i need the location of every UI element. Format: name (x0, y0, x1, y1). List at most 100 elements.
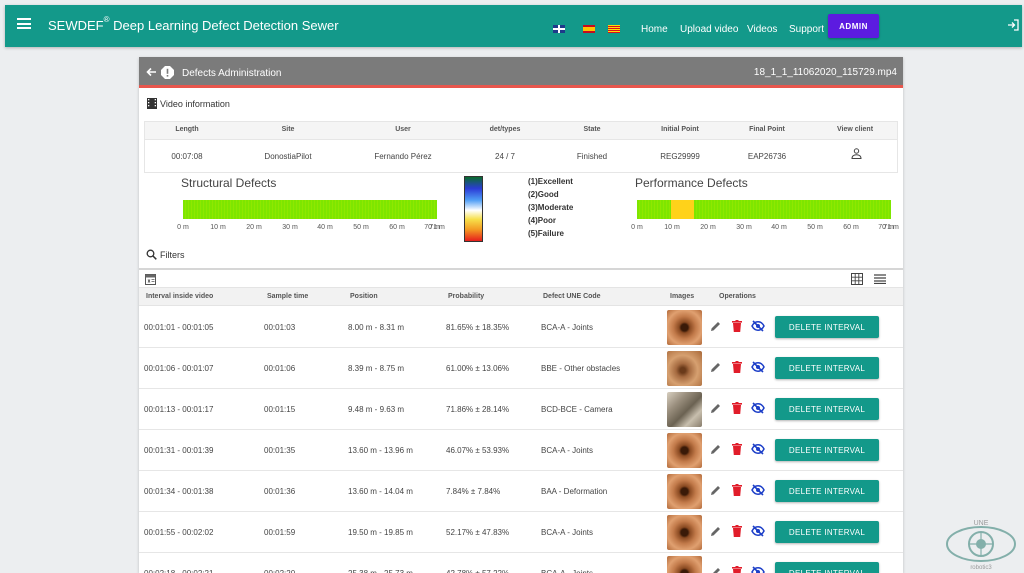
cell-position: 13.60 m - 13.96 m (348, 446, 413, 455)
admin-button[interactable]: ADMIN (828, 14, 879, 38)
pencil-icon[interactable] (710, 403, 721, 414)
delete-interval-button[interactable]: DELETE INTERVAL (775, 562, 879, 573)
trash-icon[interactable] (732, 566, 742, 573)
trash-icon[interactable] (732, 402, 742, 414)
col-initial-point: Initial Point (661, 126, 699, 133)
flag-spanish-icon[interactable] (583, 25, 595, 33)
excel-export-icon[interactable] (145, 274, 156, 285)
tick-label: 0 m (177, 224, 189, 231)
col-interval: Interval inside video (146, 293, 214, 300)
logout-icon[interactable] (1007, 19, 1019, 31)
film-icon (147, 98, 157, 109)
info-site: DonostiaPilot (264, 152, 312, 161)
flag-english-icon[interactable] (553, 25, 565, 33)
tick-label: 60 m (389, 224, 405, 231)
video-information-label: Video information (147, 98, 230, 109)
cell-sample-time: 00:01:59 (264, 528, 296, 537)
col-probability: Probability (448, 293, 485, 300)
table-row[interactable]: 00:01:06 - 00:01:07 00:01:06 8.39 m - 8.… (139, 348, 903, 389)
table-row[interactable]: 00:01:01 - 00:01:05 00:01:03 8.00 m - 8.… (139, 307, 903, 348)
trash-icon[interactable] (732, 484, 742, 496)
structural-defects-title: Structural Defects (181, 176, 277, 190)
table-row[interactable]: 00:01:31 - 00:01:39 00:01:35 13.60 m - 1… (139, 430, 903, 471)
table-row[interactable]: 00:01:34 - 00:01:38 00:01:36 13.60 m - 1… (139, 471, 903, 512)
info-user: Fernando Pérez (374, 152, 432, 161)
pencil-icon[interactable] (710, 444, 721, 455)
nav-support[interactable]: Support (789, 24, 824, 35)
menu-icon[interactable] (17, 18, 31, 29)
grid-view-icon[interactable] (851, 273, 863, 285)
eye-off-icon[interactable] (751, 443, 765, 455)
defect-thumbnail[interactable] (667, 310, 702, 345)
arrow-back-icon[interactable] (146, 67, 157, 77)
delete-interval-button[interactable]: DELETE INTERVAL (775, 316, 879, 338)
trash-icon[interactable] (732, 361, 742, 373)
table-row[interactable]: 00:01:55 - 00:02:02 00:01:59 19.50 m - 1… (139, 512, 903, 553)
performance-moderate-segment[interactable] (671, 200, 694, 219)
table-row[interactable]: 00:01:13 - 00:01:17 00:01:15 9.48 m - 9.… (139, 389, 903, 430)
eye-off-icon[interactable] (751, 484, 765, 496)
eye-off-icon[interactable] (751, 525, 765, 537)
delete-interval-button[interactable]: DELETE INTERVAL (775, 398, 879, 420)
legend-item: (2)Good (528, 190, 559, 199)
eye-off-icon[interactable] (751, 361, 765, 373)
col-defect-code: Defect UNE Code (543, 293, 601, 300)
cell-probability: 7.84% ± 7.84% (446, 487, 501, 496)
pencil-icon[interactable] (710, 362, 721, 373)
cell-probability: 52.17% ± 47.83% (446, 528, 510, 537)
table-row[interactable]: 00:02:18 - 00:02:21 00:02:20 25.38 m - 2… (139, 553, 903, 573)
eye-off-icon[interactable] (751, 320, 765, 332)
cell-position: 19.50 m - 19.85 m (348, 528, 413, 537)
eye-off-icon[interactable] (751, 402, 765, 414)
top-navbar: SEWDEF® Deep Learning Defect Detection S… (5, 5, 1022, 47)
legend-item: (5)Failure (528, 229, 565, 238)
cell-sample-time: 00:01:06 (264, 364, 296, 373)
defect-thumbnail[interactable] (667, 392, 702, 427)
eye-off-icon[interactable] (751, 566, 765, 573)
nav-videos[interactable]: Videos (747, 24, 777, 35)
cell-interval: 00:01:31 - 00:01:39 (144, 446, 214, 455)
cell-probability: 46.07% ± 53.93% (446, 446, 510, 455)
trash-icon[interactable] (732, 320, 742, 332)
pencil-icon[interactable] (710, 485, 721, 496)
pencil-icon[interactable] (710, 567, 721, 573)
tick-label: 71 m (429, 224, 445, 231)
nav-upload-video[interactable]: Upload video (680, 24, 738, 35)
severity-legend: (1)Excellent (2)Good (3)Moderate (4)Poor… (528, 175, 573, 240)
cell-probability: 61.00% ± 13.06% (446, 364, 510, 373)
pencil-icon[interactable] (710, 526, 721, 537)
structural-defects-bar[interactable] (183, 200, 437, 219)
legend-item: (4)Poor (528, 216, 556, 225)
cell-position: 8.00 m - 8.31 m (348, 323, 405, 332)
tick-label: 10 m (664, 224, 680, 231)
cell-defect-code: BCA-A - Joints (541, 528, 594, 537)
tick-label: 30 m (282, 224, 298, 231)
trash-icon[interactable] (732, 525, 742, 537)
defect-thumbnail[interactable] (667, 556, 702, 573)
nav-home[interactable]: Home (641, 24, 668, 35)
legend-item: (3)Moderate (528, 203, 574, 212)
defect-thumbnail[interactable] (667, 351, 702, 386)
cell-probability: 71.86% ± 28.14% (446, 405, 510, 414)
cell-defect-code: BCA-A - Joints (541, 446, 594, 455)
delete-interval-button[interactable]: DELETE INTERVAL (775, 357, 879, 379)
pencil-icon[interactable] (710, 321, 721, 332)
filters-toggle[interactable]: Filters (146, 249, 185, 260)
cell-sample-time: 00:02:20 (264, 569, 295, 573)
col-position: Position (350, 293, 378, 300)
col-operations: Operations (719, 293, 756, 300)
delete-interval-button[interactable]: DELETE INTERVAL (775, 480, 879, 502)
delete-interval-button[interactable]: DELETE INTERVAL (775, 521, 879, 543)
flag-catalan-icon[interactable] (608, 25, 620, 33)
tick-label: 50 m (353, 224, 369, 231)
defect-thumbnail[interactable] (667, 474, 702, 509)
user-icon[interactable] (851, 148, 862, 159)
delete-interval-button[interactable]: DELETE INTERVAL (775, 439, 879, 461)
list-view-icon[interactable] (874, 274, 886, 284)
defect-thumbnail[interactable] (667, 515, 702, 550)
trash-icon[interactable] (732, 443, 742, 455)
col-images: Images (670, 293, 695, 300)
severity-color-scale (464, 176, 483, 242)
defect-thumbnail[interactable] (667, 433, 702, 468)
tick-label: 10 m (210, 224, 226, 231)
